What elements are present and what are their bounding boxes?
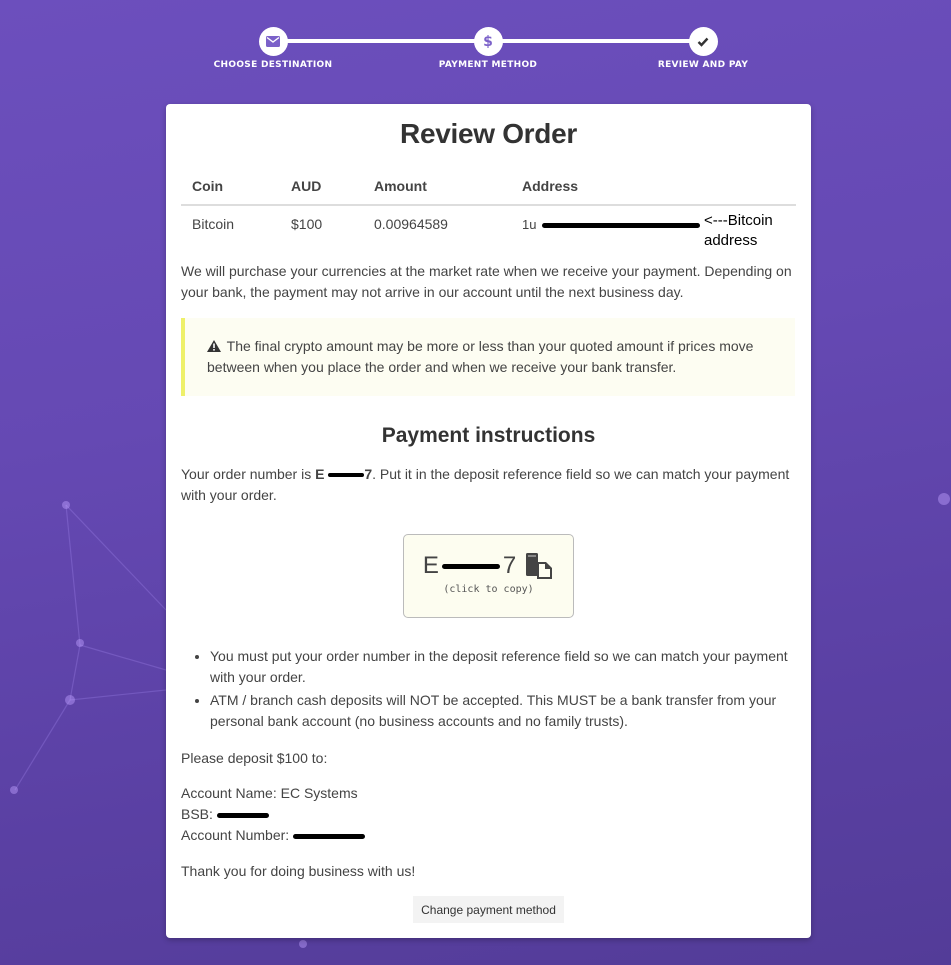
- step-label: REVIEW AND PAY: [657, 60, 749, 70]
- cell-address: 1u <---Bitcoin address: [511, 205, 796, 249]
- column-header-coin: Coin: [181, 174, 280, 206]
- order-number: E 7: [315, 466, 372, 482]
- market-rate-notice: We will purchase your currencies at the …: [181, 263, 792, 300]
- review-order-card: Review Order Coin AUD Amount Address Bit…: [166, 104, 811, 938]
- account-name-value: EC Systems: [280, 785, 358, 801]
- bank-details: Account Name: EC Systems BSB: Account Nu…: [181, 783, 801, 846]
- list-item: You must put your order number in the de…: [181, 646, 796, 688]
- list-item: ATM / branch cash deposits will NOT be a…: [181, 690, 796, 732]
- column-header-address: Address: [511, 174, 796, 206]
- bsb-label: BSB:: [181, 806, 213, 822]
- deposit-instruction: Please deposit $100 to:: [181, 750, 328, 766]
- table-header-row: Coin AUD Amount Address: [181, 174, 796, 206]
- cell-amount: 0.00964589: [374, 216, 448, 232]
- code-suffix: 7: [502, 552, 517, 579]
- redaction-mark: [216, 812, 269, 818]
- order-number-text: Your order number is E 7. Put it in the …: [181, 464, 801, 506]
- address-prefix: 1u: [522, 217, 537, 232]
- dollar-icon: $: [483, 33, 493, 50]
- payment-instructions-title: Payment instructions: [381, 424, 596, 447]
- payment-rules-list: You must put your order number in the de…: [181, 646, 796, 734]
- redaction-mark: [441, 563, 500, 569]
- column-header-amount: Amount: [363, 174, 511, 206]
- envelope-icon: [266, 36, 280, 47]
- redaction-mark: [293, 833, 366, 839]
- account-number-label: Account Number:: [181, 827, 290, 843]
- annotation-line: <---Bitcoin: [704, 212, 773, 229]
- step-circle: $: [473, 27, 503, 56]
- checkout-stepper: CHOOSE DESTINATION $ PAYMENT METHOD REVI…: [0, 0, 951, 100]
- step-circle: [258, 27, 288, 56]
- bsb-row: BSB:: [181, 804, 801, 825]
- copy-hint: (click to copy): [443, 584, 534, 595]
- order-table: Coin AUD Amount Address Bitcoin $100 0.0…: [181, 174, 796, 249]
- order-text-before: Your order number is: [181, 466, 316, 482]
- column-header-aud: AUD: [280, 174, 363, 206]
- redaction-mark: [542, 222, 701, 228]
- cell-aud: $100: [291, 216, 323, 232]
- copy-icon: [526, 553, 553, 579]
- account-number-row: Account Number:: [181, 825, 801, 846]
- change-payment-method-button[interactable]: Change payment method: [413, 896, 564, 923]
- check-icon: [697, 37, 709, 47]
- order-code: E 7: [404, 552, 573, 580]
- redaction-mark: [328, 473, 365, 478]
- warning-icon: [207, 340, 221, 352]
- step-label: PAYMENT METHOD: [438, 60, 538, 70]
- step-choose-destination[interactable]: CHOOSE DESTINATION: [193, 27, 353, 70]
- account-name-label: Account Name:: [181, 785, 277, 801]
- step-review-and-pay[interactable]: REVIEW AND PAY: [623, 27, 783, 70]
- copy-order-number-button[interactable]: E 7 (click to copy): [403, 534, 574, 618]
- bitcoin-address-annotation: <---Bitcoin address: [704, 211, 784, 251]
- code-prefix: E: [422, 552, 439, 579]
- step-payment-method[interactable]: $ PAYMENT METHOD: [408, 27, 568, 70]
- thank-you-text: Thank you for doing business with us!: [181, 863, 416, 879]
- table-row: Bitcoin $100 0.00964589 1u <---Bitcoin a…: [181, 205, 796, 249]
- annotation-line: address: [704, 232, 758, 249]
- cell-coin: Bitcoin: [192, 216, 235, 232]
- order-prefix: E: [315, 466, 325, 482]
- step-label: CHOOSE DESTINATION: [213, 60, 333, 70]
- warning-text: The final crypto amount may be more or l…: [207, 338, 754, 375]
- price-warning-box: The final crypto amount may be more or l…: [181, 318, 795, 396]
- step-circle: [688, 27, 718, 56]
- order-suffix: 7: [364, 466, 373, 482]
- account-name-row: Account Name: EC Systems: [181, 783, 801, 804]
- page-title: Review Order: [400, 118, 577, 149]
